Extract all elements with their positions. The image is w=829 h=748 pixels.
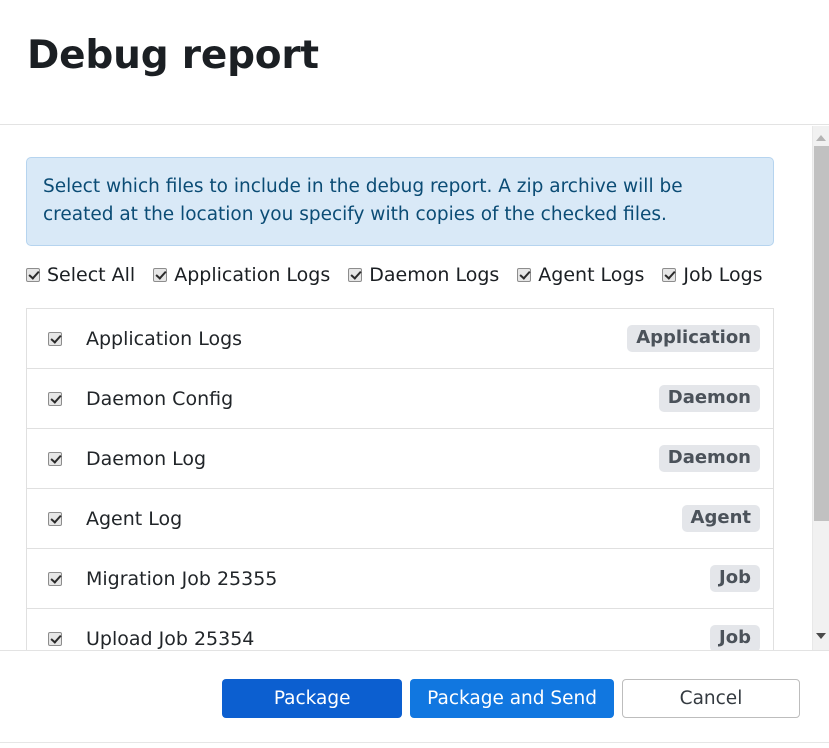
filter-checkbox-box[interactable]: [662, 267, 677, 282]
dialog-body: Select which files to include in the deb…: [0, 126, 829, 650]
file-row-name: Upload Job 25354: [86, 627, 255, 650]
file-row-checkbox[interactable]: [48, 391, 62, 406]
scroll-down-arrow[interactable]: [813, 627, 829, 644]
cancel-button[interactable]: Cancel: [622, 679, 800, 718]
filter-checkbox-box[interactable]: [348, 267, 363, 282]
file-row-name: Daemon Log: [86, 447, 207, 470]
file-list-row[interactable]: Upload Job 25354 Job: [27, 609, 773, 650]
file-list-row[interactable]: Daemon Log Daemon: [27, 429, 773, 489]
package-and-send-button[interactable]: Package and Send: [410, 679, 614, 718]
scroll-content: Select which files to include in the deb…: [0, 126, 800, 650]
file-row-checkbox[interactable]: [48, 331, 62, 346]
footer-bottom-rule: [0, 742, 829, 743]
file-row-checkbox[interactable]: [48, 571, 62, 586]
filter-checkbox-box[interactable]: [153, 267, 168, 282]
file-row-name: Agent Log: [86, 507, 183, 530]
dialog-footer: Package Package and Send Cancel: [0, 650, 829, 748]
footer-button-group: Package Package and Send Cancel: [222, 679, 800, 718]
file-list-row[interactable]: Application Logs Application: [27, 309, 773, 369]
file-list-row[interactable]: Migration Job 25355 Job: [27, 549, 773, 609]
file-row-badge: Daemon: [658, 385, 760, 412]
filter-checkbox-label: Daemon Logs: [369, 264, 500, 286]
vertical-scrollbar[interactable]: [812, 126, 829, 650]
filter-checkbox-4[interactable]: Job Logs: [662, 264, 763, 286]
file-row-name: Daemon Config: [86, 387, 234, 410]
file-row-name: Migration Job 25355: [86, 567, 278, 590]
file-list: Application Logs Application Daemon Config…: [26, 308, 774, 650]
filter-checkbox-row: Select All Application Logs Daemon Logs Age…: [26, 264, 786, 286]
file-row-checkbox[interactable]: [48, 631, 62, 646]
dialog-header: Debug report: [0, 0, 829, 125]
filter-checkbox-label: Application Logs: [174, 264, 331, 286]
filter-checkbox-label: Select All: [47, 264, 136, 286]
file-row-name: Application Logs: [86, 327, 243, 350]
page-title: Debug report: [27, 33, 319, 78]
filter-checkbox-box[interactable]: [517, 267, 532, 282]
filter-checkbox-0[interactable]: Select All: [26, 264, 136, 286]
scrollbar-thumb[interactable]: [814, 146, 829, 521]
filter-checkbox-1[interactable]: Application Logs: [153, 264, 331, 286]
file-row-checkbox[interactable]: [48, 511, 62, 526]
triangle-down-icon: [816, 632, 826, 639]
filter-checkbox-label: Agent Logs: [538, 264, 645, 286]
filter-checkbox-3[interactable]: Agent Logs: [517, 264, 645, 286]
file-row-checkbox[interactable]: [48, 451, 62, 466]
file-row-badge: Daemon: [658, 445, 760, 472]
file-row-badge: Agent: [681, 505, 760, 532]
info-banner: Select which files to include in the deb…: [26, 157, 774, 247]
filter-checkbox-box[interactable]: [26, 267, 40, 282]
file-list-row[interactable]: Agent Log Agent: [27, 489, 773, 549]
file-list-row[interactable]: Daemon Config Daemon: [27, 369, 773, 429]
file-row-badge: Job: [710, 625, 760, 650]
filter-checkbox-2[interactable]: Daemon Logs: [348, 264, 500, 286]
triangle-up-icon: [816, 134, 826, 141]
info-banner-text: Select which files to include in the deb…: [43, 176, 683, 226]
filter-checkbox-label: Job Logs: [683, 264, 763, 286]
file-row-badge: Job: [710, 565, 760, 592]
package-button[interactable]: Package: [222, 679, 403, 718]
file-row-badge: Application: [627, 325, 760, 352]
scroll-up-arrow[interactable]: [813, 129, 829, 146]
